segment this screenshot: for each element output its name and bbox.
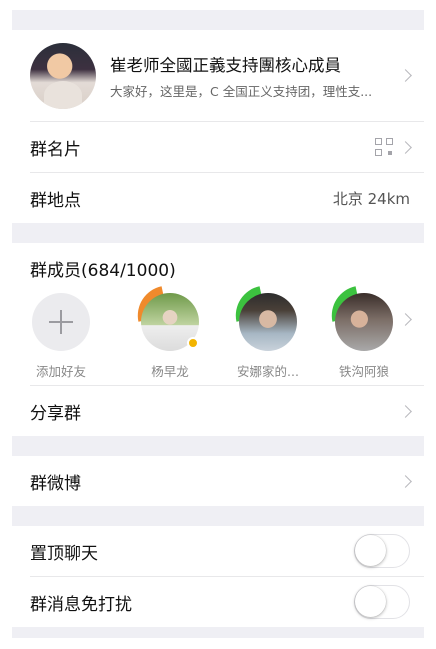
group-card-label: 群名片	[30, 139, 81, 160]
group-info: 崔老师全國正義支持團核心成員 大家好，这里是，C 全国正义支持团，理性支...	[110, 52, 393, 100]
toggle-knob	[355, 586, 386, 617]
share-group-row[interactable]: 分享群	[12, 386, 424, 436]
chevron-right-icon	[399, 140, 412, 154]
group-weibo-label: 群微博	[30, 473, 81, 494]
group-weibo-row[interactable]: 群微博	[12, 456, 424, 506]
chevron-right-icon	[399, 474, 412, 488]
section-gap	[12, 10, 424, 30]
member-name: 安娜家的...	[237, 364, 299, 379]
member-item[interactable]: 铁沟阿狼	[318, 286, 410, 385]
members-grid: 添加好友 杨早龙 安娜家的... 铁沟阿狼	[12, 286, 424, 385]
section-gap	[12, 506, 424, 526]
add-member-item[interactable]: 添加好友	[30, 293, 92, 385]
plus-icon	[49, 310, 73, 334]
add-member-button[interactable]	[32, 293, 90, 351]
group-settings-page: 崔老师全國正義支持團核心成員 大家好，这里是，C 全国正义支持团，理性支... …	[12, 10, 424, 638]
member-item[interactable]: 安娜家的...	[222, 286, 314, 385]
share-group-label: 分享群	[30, 403, 81, 424]
member-badge-icon	[187, 337, 199, 349]
member-avatar-wrap	[326, 286, 393, 351]
chat-settings-section: 置顶聊天 群消息免打扰	[12, 526, 424, 627]
pin-chat-row: 置顶聊天	[12, 526, 424, 576]
group-card-row[interactable]: 群名片	[12, 122, 424, 172]
member-item[interactable]: 杨早龙	[124, 286, 216, 385]
member-avatar-wrap	[132, 286, 199, 351]
chevron-right-icon	[399, 69, 412, 82]
members-header-row[interactable]: 群成员(684/1000)	[12, 243, 424, 293]
group-name: 崔老师全國正義支持團核心成員	[110, 55, 341, 75]
weibo-section: 群微博	[12, 456, 424, 506]
member-name: 铁沟阿狼	[338, 364, 389, 379]
group-avatar	[30, 42, 96, 109]
member-avatar-wrap	[230, 286, 297, 351]
group-location-label: 群地点	[30, 190, 81, 211]
group-description: 大家好，这里是，C 全国正义支持团，理性支...	[110, 83, 373, 99]
members-section: 群成员(684/1000) 添加好友 杨早龙 安娜家的... 铁沟阿狼 分享群	[12, 243, 424, 436]
toggle-knob	[355, 535, 386, 566]
mute-label: 群消息免打扰	[30, 594, 132, 615]
section-gap	[12, 223, 424, 243]
add-member-label: 添加好友	[35, 364, 86, 379]
member-avatar	[239, 293, 297, 351]
group-profile-row[interactable]: 崔老师全國正義支持團核心成員 大家好，这里是，C 全国正义支持团，理性支...	[12, 30, 424, 121]
group-location-row[interactable]: 群地点 北京 24km	[12, 173, 424, 223]
group-header-section: 崔老师全國正義支持團核心成員 大家好，这里是，C 全国正义支持团，理性支... …	[12, 30, 424, 223]
pin-chat-toggle[interactable]	[354, 534, 410, 568]
member-avatar	[335, 293, 393, 351]
section-gap	[12, 436, 424, 456]
member-name: 杨早龙	[151, 364, 189, 379]
pin-chat-label: 置顶聊天	[30, 543, 98, 564]
chevron-right-icon	[399, 404, 412, 418]
mute-toggle[interactable]	[354, 585, 410, 619]
mute-row: 群消息免打扰	[12, 577, 424, 627]
qr-code-icon	[375, 138, 393, 156]
group-location-value: 北京 24km	[332, 189, 410, 208]
members-count-label: 群成员(684/1000)	[30, 260, 176, 281]
